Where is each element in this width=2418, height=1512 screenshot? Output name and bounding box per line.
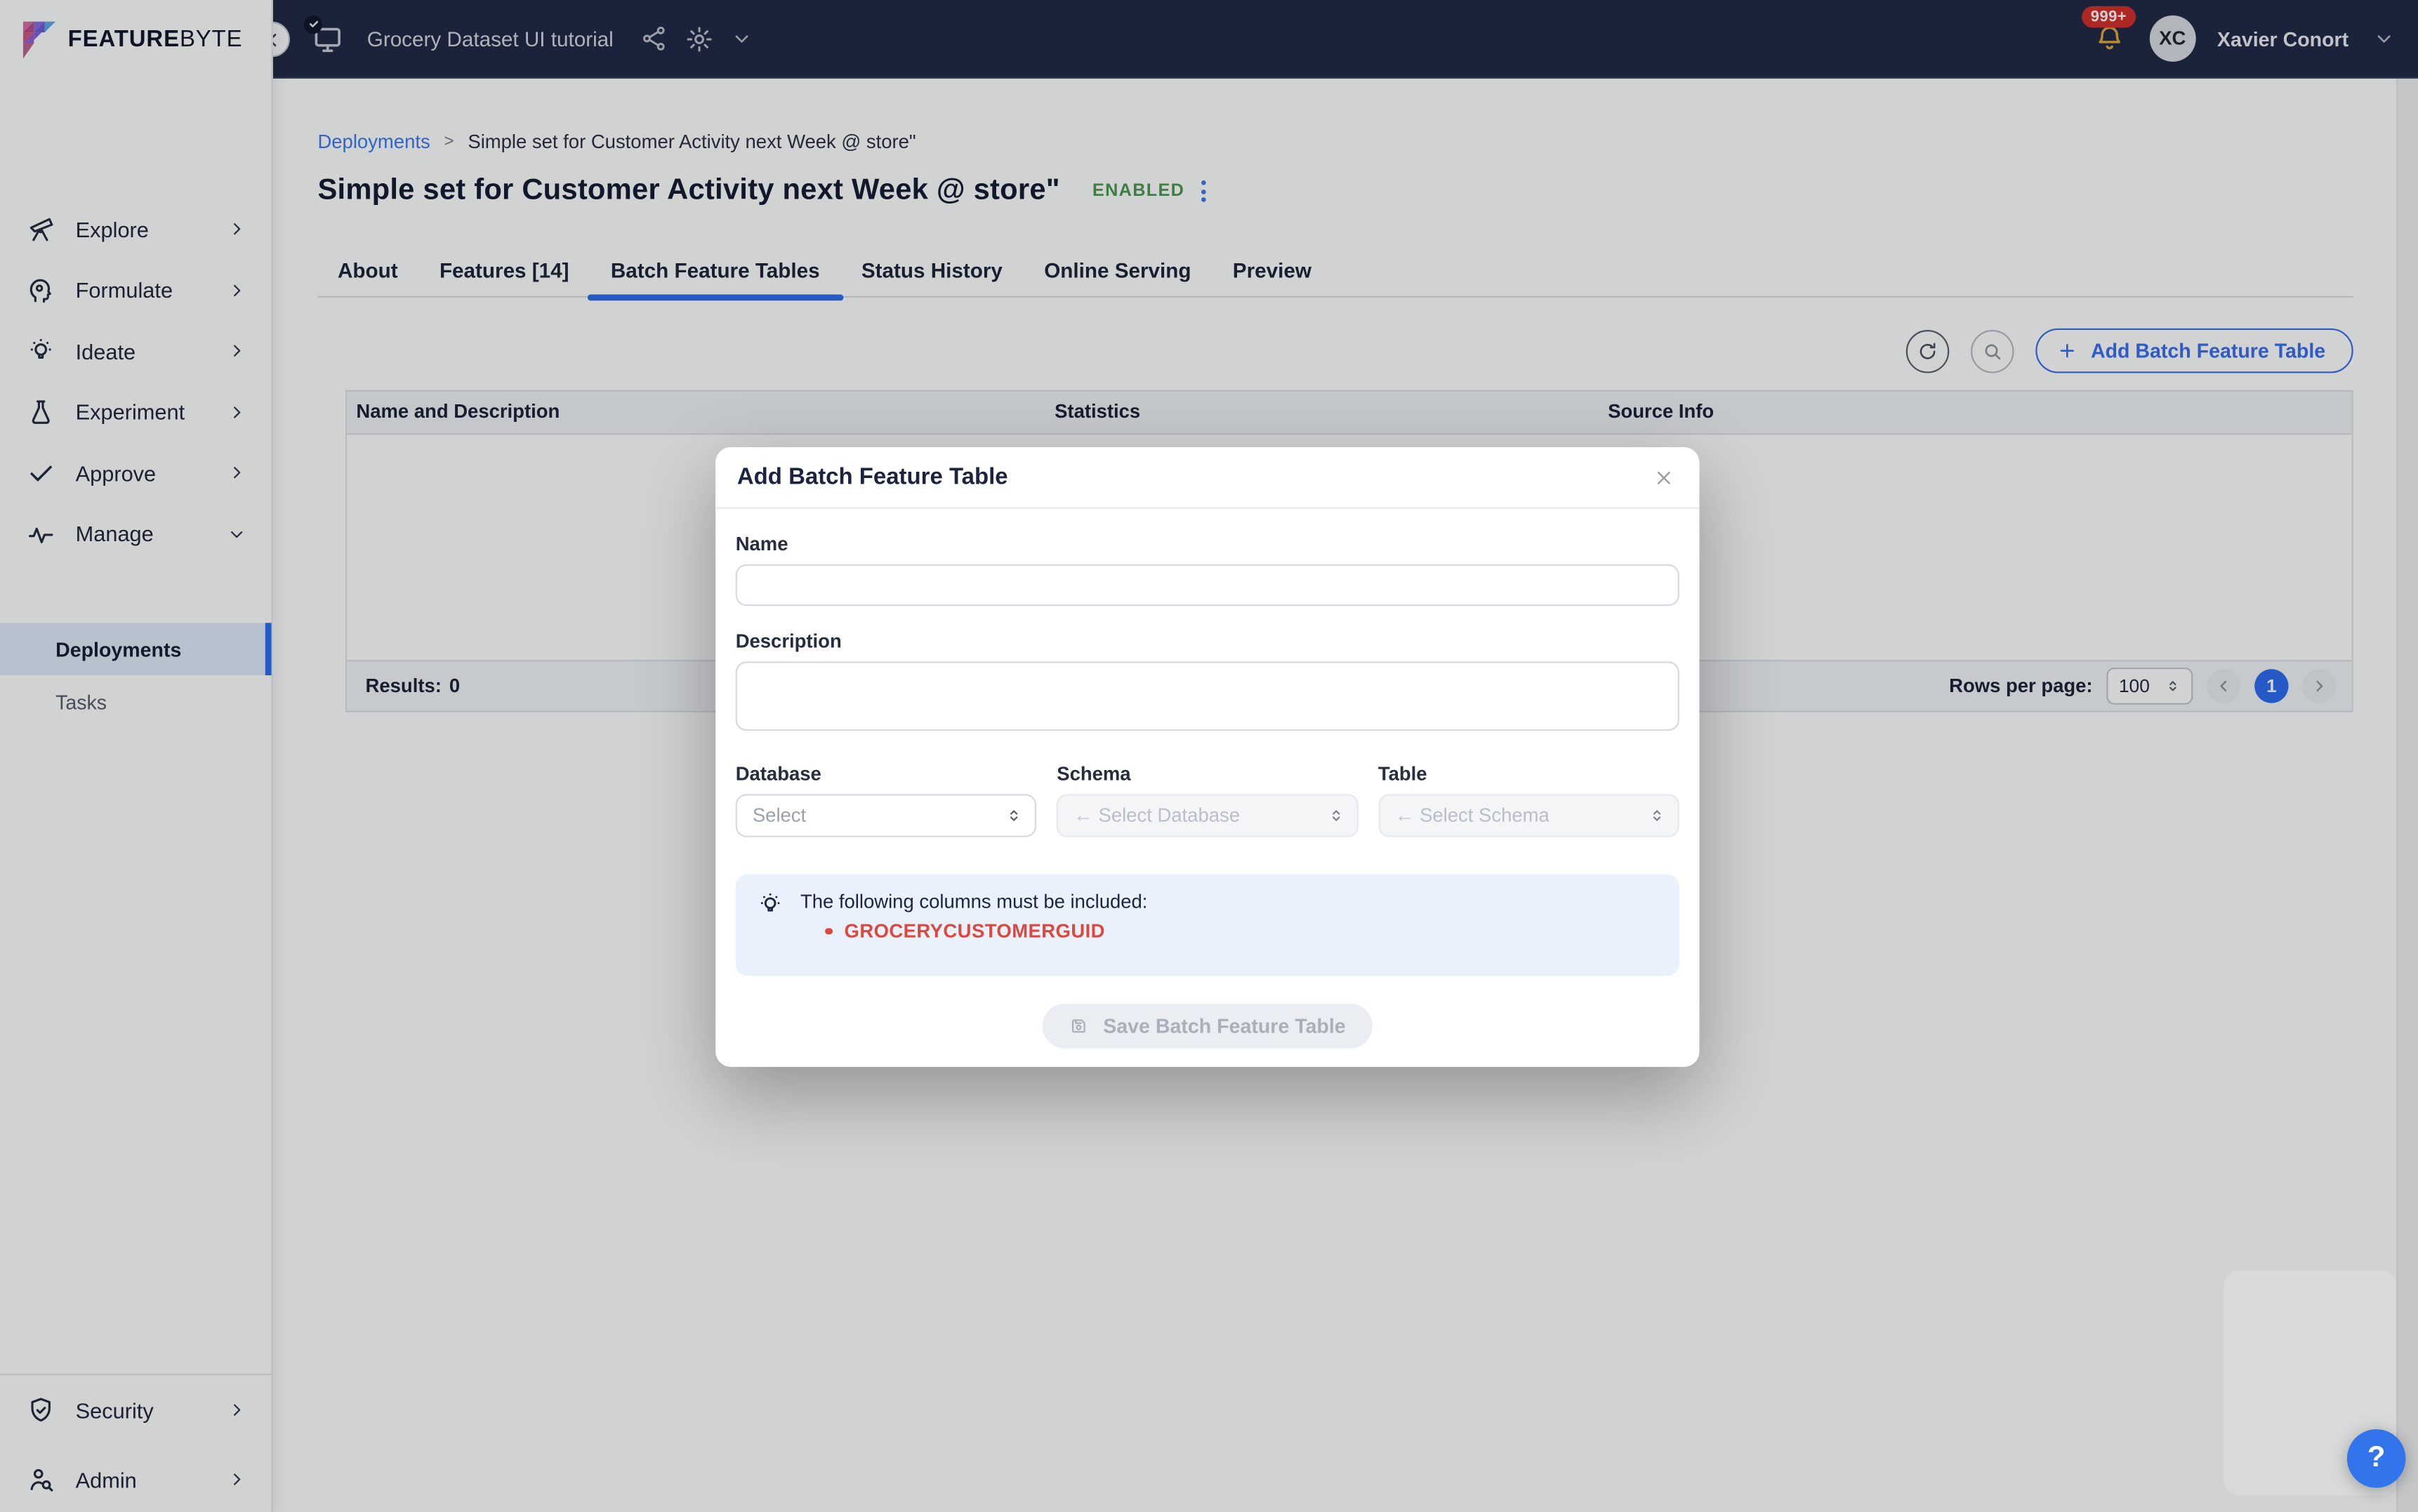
name-input[interactable] — [736, 564, 1679, 606]
database-label: Database — [736, 763, 1037, 786]
save-batch-feature-table-button[interactable]: Save Batch Feature Table — [1043, 1004, 1372, 1048]
chevrons-updown-icon — [1649, 806, 1665, 826]
database-placeholder: Select — [753, 805, 806, 827]
required-column-name: GROCERYCUSTOMERGUID — [845, 920, 1105, 942]
table-placeholder: ← Select Schema — [1395, 805, 1550, 827]
schema-label: Schema — [1057, 763, 1358, 786]
schema-select[interactable]: ← Select Database — [1057, 794, 1358, 837]
chevrons-updown-icon — [1327, 806, 1344, 826]
description-textarea[interactable] — [736, 661, 1679, 731]
info-title: The following columns must be included: — [800, 889, 1664, 914]
help-button[interactable]: ? — [2347, 1429, 2405, 1487]
name-label: Name — [736, 533, 1679, 557]
table-select[interactable]: ← Select Schema — [1378, 794, 1679, 837]
app-root: FEATUREBYTE Explore Formulate — [0, 0, 2418, 1512]
required-columns-info-box: The following columns must be included: … — [736, 874, 1679, 976]
modal-title: Add Batch Feature Table — [737, 464, 1008, 490]
add-batch-feature-table-modal: Add Batch Feature Table Name Description… — [715, 447, 1699, 1067]
lightbulb-icon — [757, 891, 783, 917]
close-icon[interactable] — [1650, 463, 1678, 491]
database-select[interactable]: Select — [736, 794, 1037, 837]
required-column-item: GROCERYCUSTOMERGUID — [800, 920, 1664, 942]
save-button-label: Save Batch Feature Table — [1103, 1014, 1345, 1037]
schema-placeholder: ← Select Database — [1073, 805, 1240, 827]
chevrons-updown-icon — [1006, 806, 1023, 826]
save-icon — [1069, 1016, 1090, 1036]
bullet-dot — [825, 928, 832, 935]
modal-header: Add Batch Feature Table — [715, 447, 1699, 509]
table-label: Table — [1378, 763, 1679, 786]
modal-body: Name Description Database Select — [715, 509, 1699, 1048]
description-label: Description — [736, 630, 1679, 654]
